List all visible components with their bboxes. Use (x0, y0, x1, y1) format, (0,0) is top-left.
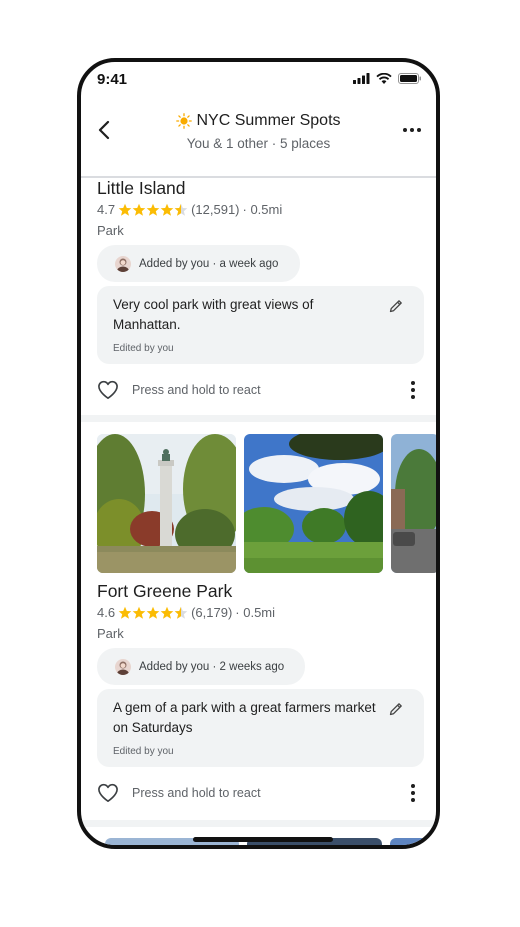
home-indicator (193, 837, 333, 842)
section-separator (81, 415, 436, 422)
edit-pencil-icon[interactable] (388, 701, 404, 717)
avatar (115, 658, 131, 675)
place-photo (389, 838, 436, 845)
star-rating-icon (118, 203, 188, 217)
rating-value: 4.7 (97, 202, 116, 217)
distance: · 0.5mi (235, 605, 276, 620)
heart-icon[interactable] (97, 783, 119, 803)
added-by-chip: Added by you · a week ago (97, 245, 300, 282)
review-count: (6,179) (191, 605, 233, 620)
edit-pencil-icon[interactable] (388, 298, 404, 314)
place-name[interactable]: Fort Greene Park (97, 581, 232, 602)
place-note[interactable]: Very cool park with great views of Manha… (97, 286, 424, 364)
star-rating-icon (118, 606, 188, 620)
note-edited-label: Edited by you (113, 746, 174, 757)
react-label: Press and hold to react (132, 786, 261, 800)
place-type: Park (97, 223, 124, 238)
note-text: A gem of a park with a great farmers mar… (113, 700, 376, 735)
rating-row: 4.6 (6,179) · 0.5mi (97, 605, 275, 620)
react-row: Press and hold to react (97, 378, 420, 402)
place-name[interactable]: Little Island (97, 178, 186, 199)
place-card-little-island[interactable]: Little Island 4.7 (12,591) · 0.5mi Park … (81, 62, 436, 422)
distance: · 0.5mi (242, 202, 283, 217)
section-separator (81, 820, 436, 827)
avatar (115, 255, 131, 272)
react-row: Press and hold to react (97, 781, 420, 805)
item-more-icon[interactable] (410, 783, 416, 803)
heart-icon[interactable] (97, 380, 119, 400)
rating-value: 4.6 (97, 605, 116, 620)
react-label: Press and hold to react (132, 383, 261, 397)
place-card-fort-greene-park[interactable]: Fort Greene Park 4.6 (6,179) · 0.5mi Par… (81, 462, 436, 827)
rating-row: 4.7 (12,591) · 0.5mi (97, 202, 282, 217)
place-note[interactable]: A gem of a park with a great farmers mar… (97, 689, 424, 767)
added-by-text: Added by you · a week ago (139, 257, 279, 270)
review-count: (12,591) (191, 202, 240, 217)
item-more-icon[interactable] (410, 380, 416, 400)
added-by-text: Added by you · 2 weeks ago (139, 660, 285, 673)
note-text: Very cool park with great views of Manha… (113, 297, 314, 332)
note-edited-label: Edited by you (113, 343, 174, 354)
added-by-chip: Added by you · 2 weeks ago (97, 648, 305, 685)
place-type: Park (97, 626, 124, 641)
phone-frame: 9:41 NYC Summer Spots You & 1 other · 5 … (77, 58, 440, 849)
